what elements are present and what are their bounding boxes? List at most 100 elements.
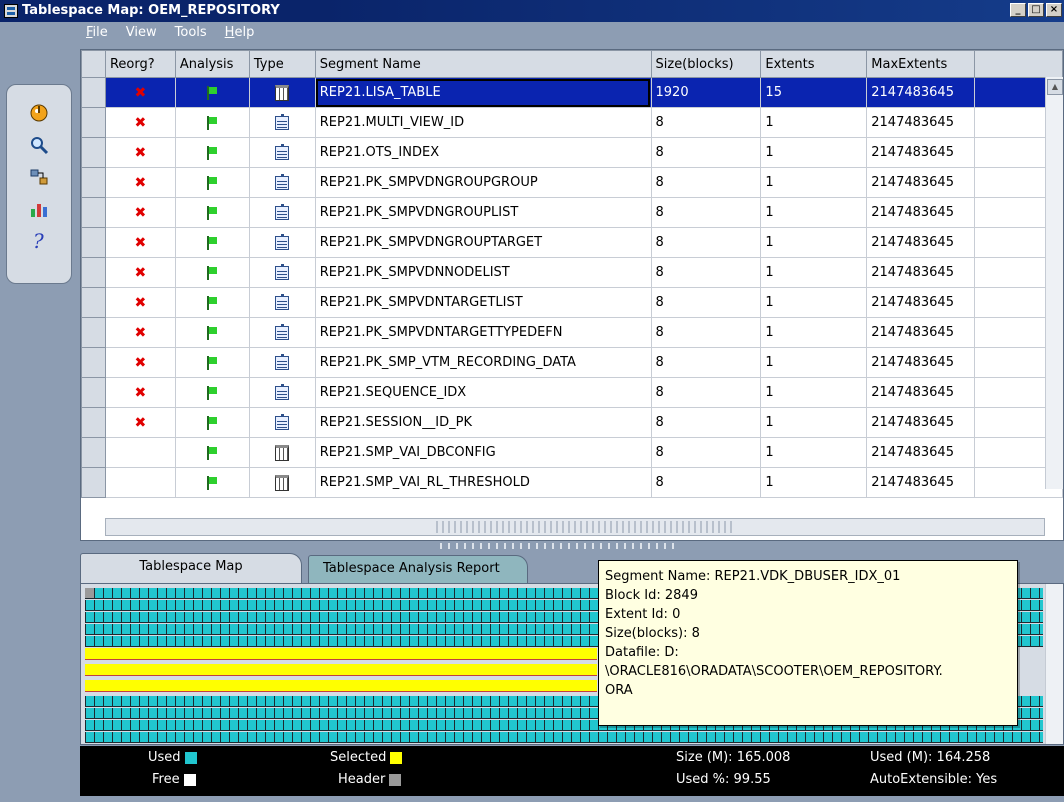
row-header[interactable] [81, 347, 106, 378]
cell-analysis[interactable] [174, 227, 250, 258]
cell-reorg[interactable]: ✖ [104, 77, 176, 108]
row-header[interactable] [81, 437, 106, 468]
cell-segment-name[interactable]: REP21.PK_SMPVDNGROUPLIST [314, 197, 652, 228]
cell-extents[interactable]: 1 [760, 287, 868, 318]
row-header[interactable] [81, 317, 106, 348]
cell-extents[interactable]: 1 [760, 407, 868, 438]
analyze-button[interactable] [28, 197, 50, 221]
cell-analysis[interactable] [174, 467, 250, 498]
cell-type[interactable] [248, 77, 316, 108]
cell-analysis[interactable] [174, 347, 250, 378]
table-row[interactable]: ✖ REP21.PK_SMPVDNNODELIST 8 1 2147483645 [81, 257, 1063, 288]
table-row[interactable]: ✖ REP21.LISA_TABLE 1920 15 2147483645 [81, 77, 1063, 108]
cell-segment-name[interactable]: REP21.OTS_INDEX [314, 137, 652, 168]
cell-type[interactable] [248, 377, 316, 408]
column-header-segment-name[interactable]: Segment Name [314, 50, 652, 78]
cell-extents[interactable]: 1 [760, 167, 868, 198]
cell-size-blocks[interactable]: 8 [650, 407, 762, 438]
cell-reorg[interactable]: ✖ [104, 197, 176, 228]
cell-size-blocks[interactable]: 8 [650, 377, 762, 408]
cell-analysis[interactable] [174, 377, 250, 408]
cell-size-blocks[interactable]: 8 [650, 137, 762, 168]
cell-segment-name[interactable]: REP21.PK_SMP_VTM_RECORDING_DATA [314, 347, 652, 378]
cell-segment-name[interactable]: REP21.SESSION__ID_PK [314, 407, 652, 438]
table-row[interactable]: REP21.SMP_VAI_RL_THRESHOLD 8 1 2147483645 [81, 467, 1063, 498]
column-header-reorg[interactable]: Reorg? [104, 50, 176, 78]
cell-segment-name[interactable]: REP21.LISA_TABLE [314, 77, 652, 108]
cell-reorg[interactable]: ✖ [104, 107, 176, 138]
row-header[interactable] [81, 467, 106, 498]
cell-reorg[interactable]: ✖ [104, 407, 176, 438]
menu-tools[interactable]: Tools [171, 23, 211, 45]
cell-maxextents[interactable]: 2147483645 [866, 197, 976, 228]
cell-size-blocks[interactable]: 8 [650, 437, 762, 468]
cell-extents[interactable]: 1 [760, 227, 868, 258]
cell-type[interactable] [248, 317, 316, 348]
cell-extents[interactable]: 1 [760, 437, 868, 468]
table-row[interactable]: ✖ REP21.SESSION__ID_PK 8 1 2147483645 [81, 407, 1063, 438]
cell-analysis[interactable] [174, 197, 250, 228]
cell-type[interactable] [248, 167, 316, 198]
row-header[interactable] [81, 227, 106, 258]
maximize-button[interactable]: □ [1028, 3, 1044, 17]
cell-type[interactable] [248, 407, 316, 438]
row-header[interactable] [81, 107, 106, 138]
cell-reorg[interactable]: ✖ [104, 287, 176, 318]
cell-reorg[interactable]: ✖ [104, 317, 176, 348]
exit-button[interactable] [28, 101, 50, 125]
column-header-analysis[interactable]: Analysis [174, 50, 250, 78]
table-row[interactable]: ✖ REP21.PK_SMPVDNGROUPTARGET 8 1 2147483645 [81, 227, 1063, 258]
row-header[interactable] [81, 167, 106, 198]
cell-maxextents[interactable]: 2147483645 [866, 377, 976, 408]
cell-maxextents[interactable]: 2147483645 [866, 167, 976, 198]
column-header-extents[interactable]: Extents [760, 50, 868, 78]
cell-extents[interactable]: 1 [760, 137, 868, 168]
cell-maxextents[interactable]: 2147483645 [866, 227, 976, 258]
cell-type[interactable] [248, 437, 316, 468]
cell-maxextents[interactable]: 2147483645 [866, 407, 976, 438]
cell-type[interactable] [248, 197, 316, 228]
table-row[interactable]: ✖ REP21.PK_SMPVDNTARGETTYPEDEFN 8 1 21474836… [81, 317, 1063, 348]
cell-maxextents[interactable]: 2147483645 [866, 107, 976, 138]
cell-maxextents[interactable]: 2147483645 [866, 137, 976, 168]
cell-analysis[interactable] [174, 317, 250, 348]
row-header[interactable] [81, 197, 106, 228]
table-row[interactable]: ✖ REP21.PK_SMPVDNTARGETLIST 8 1 2147483645 [81, 287, 1063, 318]
cell-type[interactable] [248, 347, 316, 378]
cell-extents[interactable]: 15 [760, 77, 868, 108]
cell-segment-name[interactable]: REP21.PK_SMPVDNTARGETLIST [314, 287, 652, 318]
cell-reorg[interactable] [104, 467, 176, 498]
table-row[interactable]: ✖ REP21.PK_SMPVDNGROUPGROUP 8 1 2147483645 [81, 167, 1063, 198]
cell-reorg[interactable]: ✖ [104, 347, 176, 378]
cell-size-blocks[interactable]: 1920 [650, 77, 762, 108]
cell-segment-name[interactable]: REP21.PK_SMPVDNGROUPGROUP [314, 167, 652, 198]
cell-extents[interactable]: 1 [760, 347, 868, 378]
cell-segment-name[interactable]: REP21.MULTI_VIEW_ID [314, 107, 652, 138]
cell-extents[interactable]: 1 [760, 377, 868, 408]
cell-extents[interactable]: 1 [760, 257, 868, 288]
cell-reorg[interactable]: ✖ [104, 227, 176, 258]
table-row[interactable]: ✖ REP21.MULTI_VIEW_ID 8 1 2147483645 [81, 107, 1063, 138]
row-header[interactable] [81, 77, 106, 108]
map-vertical-scrollbar[interactable] [1045, 584, 1063, 744]
table-row[interactable]: ✖ REP21.SEQUENCE_IDX 8 1 2147483645 [81, 377, 1063, 408]
cell-type[interactable] [248, 257, 316, 288]
minimize-button[interactable]: _ [1010, 3, 1026, 17]
tab-tablespace-analysis-report[interactable]: Tablespace Analysis Report [308, 555, 528, 585]
cell-analysis[interactable] [174, 407, 250, 438]
cell-size-blocks[interactable]: 8 [650, 167, 762, 198]
cell-maxextents[interactable]: 2147483645 [866, 437, 976, 468]
cell-maxextents[interactable]: 2147483645 [866, 467, 976, 498]
row-header[interactable] [81, 137, 106, 168]
cell-size-blocks[interactable]: 8 [650, 197, 762, 228]
table-row[interactable]: ✖ REP21.PK_SMP_VTM_RECORDING_DATA 8 1 214748… [81, 347, 1063, 378]
cell-analysis[interactable] [174, 437, 250, 468]
row-header[interactable] [81, 257, 106, 288]
find-button[interactable] [28, 133, 50, 157]
grid-horizontal-scrollbar[interactable] [105, 518, 1045, 536]
pane-splitter[interactable] [440, 543, 680, 549]
row-header[interactable] [81, 287, 106, 318]
cell-segment-name[interactable]: REP21.PK_SMPVDNGROUPTARGET [314, 227, 652, 258]
cell-type[interactable] [248, 467, 316, 498]
cell-maxextents[interactable]: 2147483645 [866, 257, 976, 288]
